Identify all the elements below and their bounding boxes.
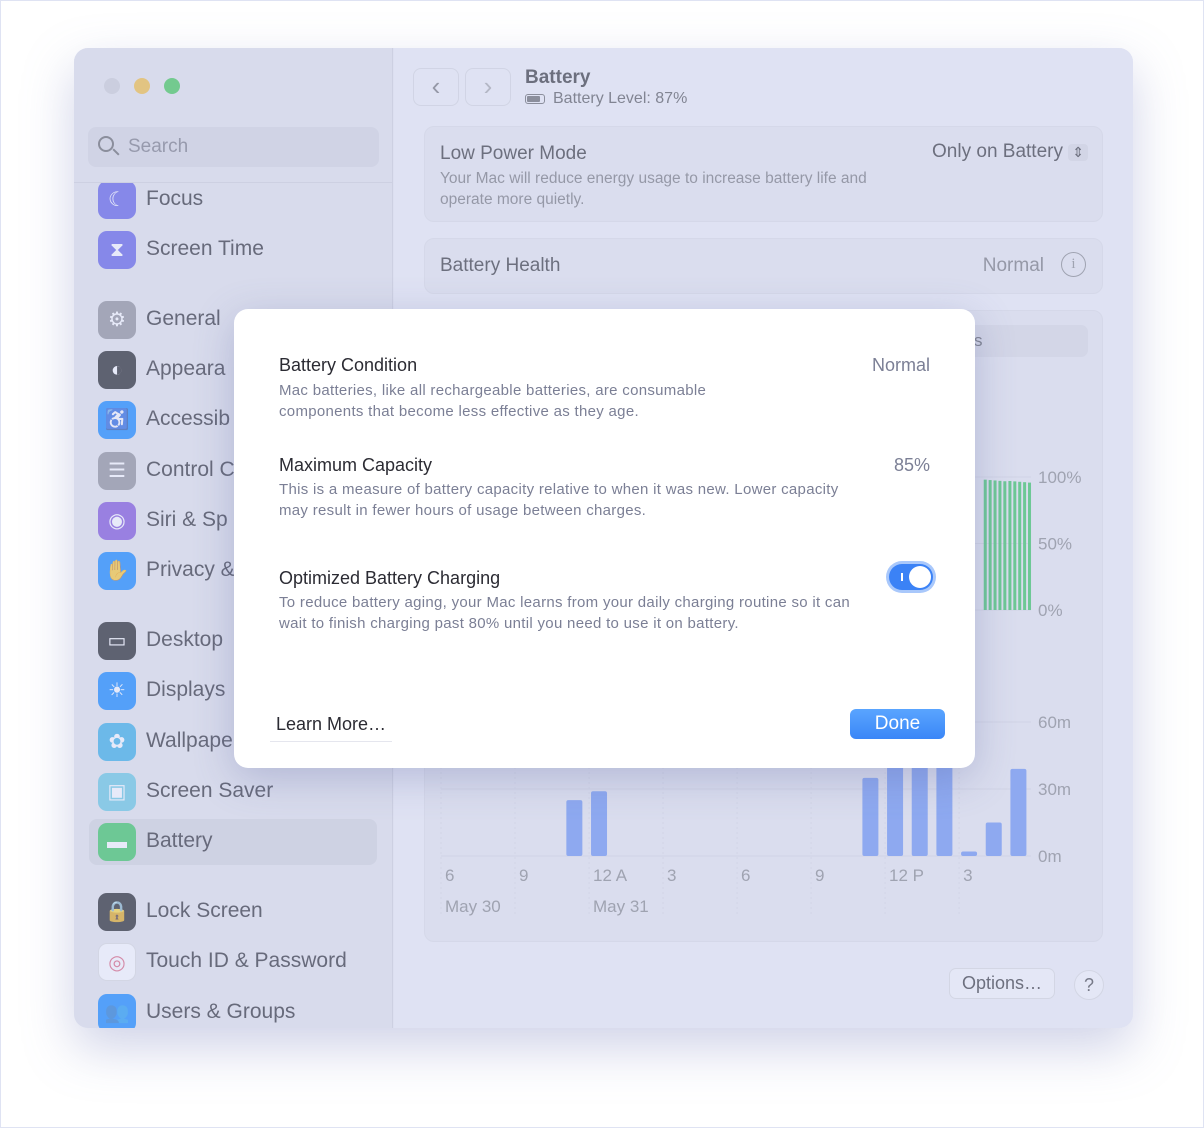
y-tick-label: 30m [1038,780,1071,799]
sidebar-item-label: Displays [146,678,226,701]
hand-icon: ✋ [98,552,136,590]
battery-level-bar [1023,482,1027,610]
y-tick-label: 100% [1038,468,1081,487]
gear-icon: ⚙ [98,301,136,339]
sun-icon: ☀ [98,672,136,710]
sidebar-item-label: Touch ID & Password [146,949,347,972]
y-tick-label: 60m [1038,713,1071,732]
date-label: May 30 [445,897,501,916]
battery-level-bar [993,480,997,610]
battery-level-bar [1003,481,1007,610]
search-icon [98,136,114,152]
x-tick-label: 6 [445,866,454,885]
optimized-charging-description: To reduce battery aging, your Mac learns… [279,594,851,632]
x-tick-label: 12 A [593,866,628,885]
sidebar-item-label: Screen Saver [146,779,274,802]
learn-more-button[interactable]: Learn More… [270,708,393,742]
siri-icon: ◉ [98,502,136,540]
sidebar-item-label: Control C [146,458,235,481]
flower-icon: ✿ [98,723,136,761]
sidebar-item-label: Siri & Sp [146,508,228,531]
x-tick-label: 9 [519,866,528,885]
optimized-charging-toggle[interactable] [889,564,933,590]
battery-level-bar [988,480,992,610]
usage-bar [936,755,953,856]
fingerprint-icon: ◎ [98,943,136,981]
sidebar-item-label: Wallpape [146,729,233,752]
zoom-button[interactable] [164,78,180,94]
usage-bar [911,755,928,856]
battery-condition-value: Normal [871,355,930,375]
sidebar-item-screen-time[interactable]: ⧗ Screen Time [89,227,377,273]
usage-bar [591,791,608,856]
sidebar-item-touch-id-password[interactable]: ◎ Touch ID & Password [89,939,377,985]
usage-bar [961,851,978,856]
usage-bar [566,800,583,856]
sidebar-item-label: Privacy & [146,558,235,581]
dock-icon: ▭ [98,622,136,660]
usage-bar [887,755,904,856]
y-tick-label: 0% [1038,601,1063,620]
sidebar-item-label: Focus [146,187,204,210]
battery-level-bar [983,479,987,610]
lock-icon: 🔒 [98,893,136,931]
sidebar-item-label: Lock Screen [146,899,263,922]
minimize-button[interactable] [134,78,150,94]
battery-level-bar [1008,480,1012,610]
maximum-capacity-value: 85% [893,455,930,475]
search-placeholder: Search [128,136,189,157]
battery-condition-title: Battery Condition [279,355,418,375]
sidebar-item-label: Users & Groups [146,1000,296,1023]
done-button[interactable]: Done [850,709,945,739]
y-tick-label: 50% [1038,535,1072,554]
maximum-capacity-description: This is a measure of battery capacity re… [279,481,839,519]
usage-bar [862,777,879,856]
battery-icon: ▬ [98,823,136,861]
date-label: May 31 [593,897,649,916]
usage-bar [985,822,1002,856]
sidebar-item-users-groups[interactable]: 👥 Users & Groups [89,990,377,1028]
toggles-icon: ☰ [98,452,136,490]
options-button[interactable]: Options… [949,968,1056,999]
battery-health-dialog: Battery Condition Normal Mac batteries, … [234,309,975,768]
sidebar-item-screen-saver[interactable]: ▣ Screen Saver [89,769,377,815]
x-tick-label: 6 [741,866,750,885]
search-input[interactable]: Search [88,127,379,167]
battery-level-bar [1013,481,1017,610]
sidebar-item-label: Accessib [146,407,231,430]
battery-condition-description: Mac batteries, like all rechargeable bat… [279,382,707,420]
screensaver-icon: ▣ [98,773,136,811]
x-tick-label: 9 [815,866,824,885]
sidebar-item-battery[interactable]: ▬ Battery [89,819,377,865]
sidebar-item-lock-screen[interactable]: 🔒 Lock Screen [89,889,377,935]
usage-bar [1010,768,1027,856]
moon-icon: ☾ [98,183,136,219]
battery-level-bar [1018,481,1022,610]
sidebar-item-label: Desktop [146,628,224,651]
sidebar-item-focus[interactable]: ☾ Focus [89,183,377,223]
sidebar-item-label: Screen Time [146,237,264,260]
x-tick-label: 3 [667,866,676,885]
battery-level-bar [1028,482,1032,610]
accessibility-icon: ♿ [98,401,136,439]
help-button[interactable]: ? [1074,970,1104,1000]
appearance-icon: ◐ [98,351,136,389]
y-tick-label: 0m [1038,847,1062,866]
x-tick-label: 12 P [889,866,924,885]
maximum-capacity-title: Maximum Capacity [279,455,433,475]
sidebar-item-label: Battery [146,829,213,852]
x-tick-label: 3 [963,866,972,885]
hourglass-icon: ⧗ [98,231,136,269]
optimized-charging-title: Optimized Battery Charging [279,568,501,588]
users-icon: 👥 [98,994,136,1028]
battery-level-bar [998,480,1002,610]
sidebar-item-label: General [146,307,221,330]
sidebar-item-label: Appeara [146,357,226,380]
close-button[interactable] [104,78,120,94]
